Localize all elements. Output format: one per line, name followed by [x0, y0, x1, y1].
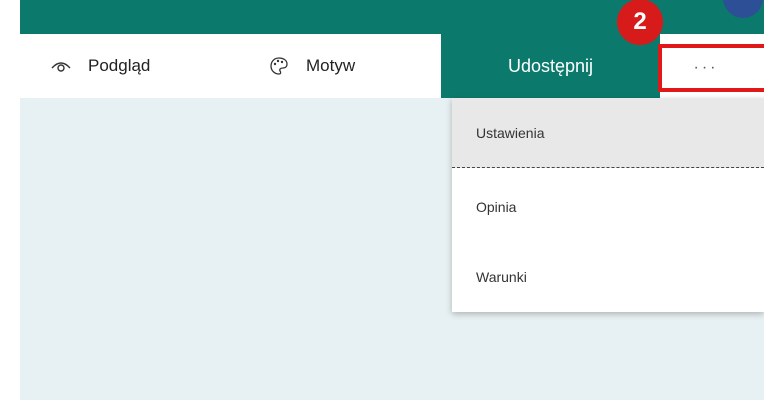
theme-label: Motyw [306, 56, 356, 75]
more-options-button[interactable]: ··· [658, 44, 764, 92]
share-button[interactable]: Udostępnij [441, 34, 660, 98]
more-options-menu: Ustawienia Opinia Warunki [452, 98, 764, 312]
preview-label: Podgląd [88, 56, 151, 75]
theme-button[interactable]: Motyw [268, 34, 355, 98]
step-badge: 2 [617, 0, 663, 45]
form-toolbar: Podgląd Motyw Udostępnij ··· [20, 34, 764, 98]
eye-icon [50, 55, 72, 77]
share-label: Udostępnij [507, 55, 594, 76]
more-options-icon: ··· [693, 59, 719, 76]
menu-item-settings[interactable]: Ustawienia [452, 98, 764, 168]
menu-item-terms[interactable]: Warunki [452, 243, 764, 311]
menu-item-feedback[interactable]: Opinia [452, 173, 764, 241]
left-margin [0, 0, 20, 400]
palette-icon [268, 55, 290, 77]
preview-button[interactable]: Podgląd [50, 34, 150, 98]
